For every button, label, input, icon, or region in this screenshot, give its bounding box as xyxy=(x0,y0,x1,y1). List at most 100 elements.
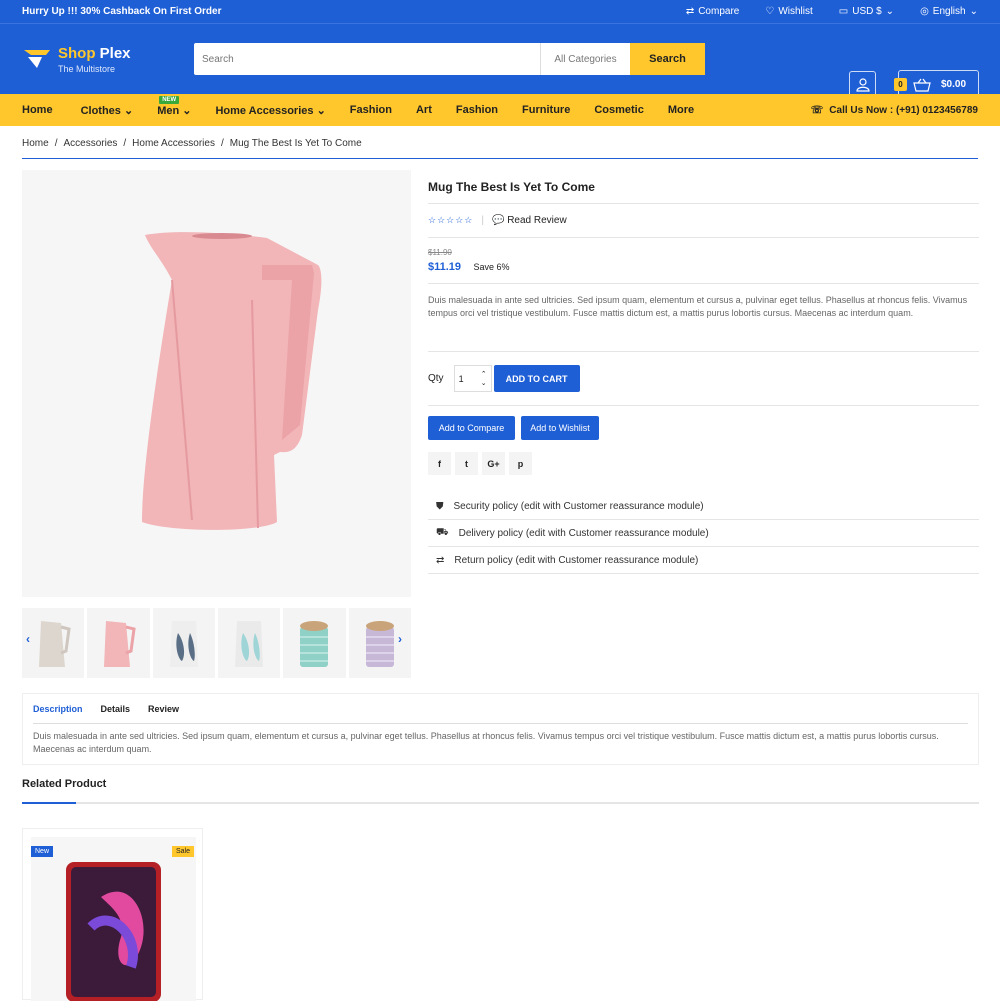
nav-item-men[interactable]: NEW Men ⌄ xyxy=(157,95,192,117)
logo-name: Shop Plex xyxy=(58,44,131,62)
swap-icon: ⇄ xyxy=(436,554,445,566)
logo-mark-icon xyxy=(22,46,52,72)
add-to-wishlist-button[interactable]: Add to Wishlist xyxy=(521,416,599,440)
product-tabs: Description Details Review Duis malesuad… xyxy=(22,693,979,765)
new-badge: New xyxy=(31,846,54,857)
truck-icon: ⛟ xyxy=(436,526,449,538)
qty-row: Qty 1 ⌃ ⌄ ADD TO CART xyxy=(428,352,979,406)
qty-label: Qty xyxy=(428,373,444,384)
product-title: Mug The Best Is Yet To Come xyxy=(428,170,979,204)
qty-value: 1 xyxy=(458,373,464,384)
comment-icon: 💬 xyxy=(491,215,505,226)
secondary-actions: Add to Compare Add to Wishlist xyxy=(428,416,979,440)
phone-icon: ☏ xyxy=(810,104,824,116)
logo-text: Shop Plex The Multistore xyxy=(58,45,131,74)
wallet-icon: ▭ xyxy=(838,6,849,17)
breadcrumb-accessories[interactable]: Accessories xyxy=(63,138,117,149)
nav-item-cosmetic[interactable]: Cosmetic xyxy=(594,104,644,116)
chevron-down-icon[interactable]: ⌄ xyxy=(481,380,487,387)
read-review-link[interactable]: 💬 Read Review xyxy=(492,215,567,226)
category-select[interactable]: All Categories xyxy=(540,43,630,75)
chevron-left-icon[interactable]: ‹ xyxy=(26,632,30,646)
related-divider xyxy=(22,802,979,804)
product-card-image[interactable] xyxy=(31,837,196,1002)
chevron-down-icon: ⌄ xyxy=(969,6,978,17)
chevron-down-icon: ⌄ xyxy=(123,104,134,117)
tab-description[interactable]: Description xyxy=(33,704,83,714)
nav-item-home-accessories[interactable]: Home Accessories ⌄ xyxy=(215,104,325,117)
save-badge: Save 6% xyxy=(473,262,510,272)
refresh-icon: ⇄ xyxy=(685,6,695,17)
top-bar: Hurry Up !!! 30% Cashback On First Order… xyxy=(0,0,1000,24)
new-badge: NEW xyxy=(159,95,180,104)
nav-item-home[interactable]: Home xyxy=(22,104,53,116)
nav-item-more[interactable]: More xyxy=(668,104,694,116)
breadcrumb-home[interactable]: Home xyxy=(22,138,49,149)
breadcrumb-divider xyxy=(22,158,978,159)
product-info: Mug The Best Is Yet To Come ☆☆☆☆☆ | 💬 Re… xyxy=(428,170,979,574)
thumbnail[interactable] xyxy=(87,608,150,678)
promo-text: Hurry Up !!! 30% Cashback On First Order xyxy=(22,6,222,17)
pinterest-icon[interactable]: p xyxy=(509,452,532,475)
price-box: $11.90 $11.19 Save 6% xyxy=(428,238,979,284)
sale-badge: Sale xyxy=(171,846,194,857)
facebook-icon[interactable]: f xyxy=(428,452,451,475)
thumbnail-strip xyxy=(22,608,411,678)
shield-icon: ⛊ xyxy=(436,500,444,512)
thumbnail[interactable] xyxy=(152,608,215,678)
search-input[interactable] xyxy=(194,43,540,75)
basket-icon xyxy=(913,78,931,92)
related-products: Related Product xyxy=(22,778,979,804)
chevron-right-icon[interactable]: › xyxy=(398,632,402,646)
policy-delivery: ⛟ Delivery policy (edit with Customer rea… xyxy=(428,520,979,547)
product-card[interactable]: New Sale xyxy=(22,828,203,1002)
breadcrumb-home-accessories[interactable]: Home Accessories xyxy=(132,138,215,149)
nav-item-fashion-2[interactable]: Fashion xyxy=(456,104,498,116)
nav-item-art[interactable]: Art xyxy=(416,104,432,116)
add-to-compare-button[interactable]: Add to Compare xyxy=(428,416,515,440)
call-info: ☏ Call Us Now : (+91) 0123456789 xyxy=(810,104,978,116)
old-price: $11.90 xyxy=(428,248,452,257)
nav-item-clothes[interactable]: Clothes ⌄ xyxy=(81,104,134,117)
chevron-down-icon: ⌄ xyxy=(316,104,326,117)
twitter-icon[interactable]: t xyxy=(455,452,478,475)
search-button[interactable]: Search xyxy=(630,43,705,75)
product-main-image[interactable] xyxy=(22,170,411,597)
tab-content: Duis malesuada in ante sed ultricies. Se… xyxy=(33,731,939,754)
logo-tagline: The Multistore xyxy=(58,63,116,74)
currency-selector[interactable]: ▭ USD $ ⌄ xyxy=(839,6,894,17)
tab-bar: Description Details Review xyxy=(33,694,968,724)
user-icon xyxy=(855,77,870,92)
chevron-down-icon: ⌄ xyxy=(182,104,192,117)
policy-list: ⛊ Security policy (edit with Customer rea… xyxy=(428,493,979,574)
tab-details[interactable]: Details xyxy=(101,704,131,714)
top-links: ⇄ Compare ♡ Wishlist ▭ USD $ ⌄ ◎ English ⌄ xyxy=(686,6,978,17)
quantity-stepper[interactable]: 1 ⌃ ⌄ xyxy=(453,365,492,392)
chevron-down-icon: ⌄ xyxy=(885,6,895,17)
rating-stars: ☆☆☆☆☆ xyxy=(428,215,474,225)
chevron-up-icon[interactable]: ⌃ xyxy=(481,371,487,378)
tab-review[interactable]: Review xyxy=(148,704,179,714)
main-nav: Home Clothes ⌄ NEW Men ⌄ Home Accessories… xyxy=(0,94,1000,126)
policy-return: ⇄ Return policy (edit with Customer reass… xyxy=(428,547,979,574)
phone-image xyxy=(66,862,161,1002)
thumbnail[interactable] xyxy=(283,608,346,678)
heart-icon: ♡ xyxy=(765,6,775,17)
related-title: Related Product xyxy=(22,778,107,790)
short-description: Duis malesuada in ante sed ultricies. Se… xyxy=(428,284,979,352)
current-price: $11.19 xyxy=(428,261,462,273)
google-plus-icon[interactable]: G+ xyxy=(482,452,505,475)
thumbnail[interactable] xyxy=(217,608,281,678)
search-bar: All Categories Search xyxy=(194,43,705,75)
header: Shop Plex The Multistore All Categories … xyxy=(0,24,1000,99)
nav-item-furniture[interactable]: Furniture xyxy=(522,104,570,116)
nav-item-fashion[interactable]: Fashion xyxy=(350,104,392,116)
breadcrumb-current: Mug The Best Is Yet To Come xyxy=(229,137,362,149)
share-buttons: f t G+ p xyxy=(428,452,979,475)
compare-link[interactable]: ⇄ Compare xyxy=(686,6,740,17)
thumbnail[interactable] xyxy=(22,608,85,678)
add-to-cart-button[interactable]: ADD TO CART xyxy=(493,365,580,392)
logo[interactable]: Shop Plex The Multistore xyxy=(22,45,194,74)
wishlist-link[interactable]: ♡ Wishlist xyxy=(765,6,812,17)
language-selector[interactable]: ◎ English ⌄ xyxy=(920,6,978,17)
